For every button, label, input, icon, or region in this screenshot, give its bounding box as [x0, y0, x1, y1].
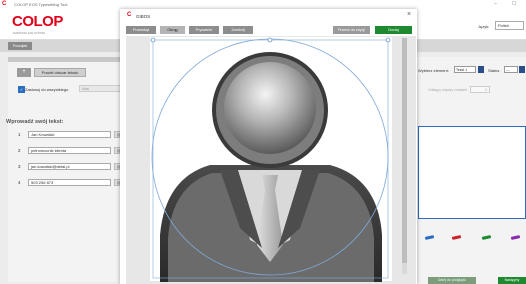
user-silhouette-icon[interactable]: [0, 0, 526, 284]
scrollbar-thumb[interactable]: [402, 38, 407, 263]
